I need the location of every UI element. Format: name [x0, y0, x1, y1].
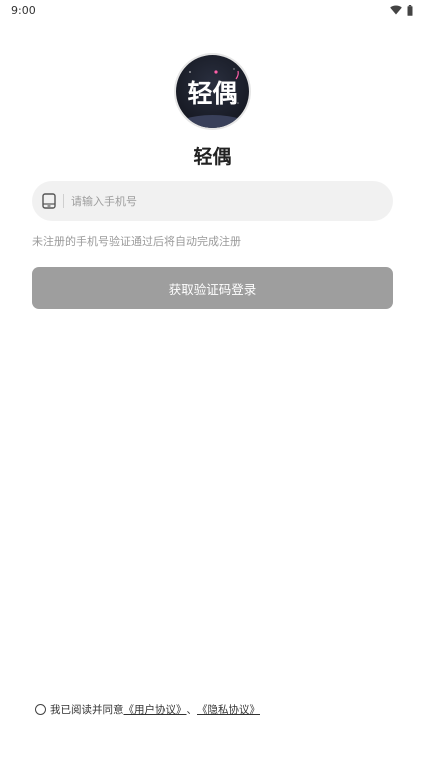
status-time: 9:00	[11, 3, 36, 17]
field-divider	[63, 194, 64, 208]
agreement-separator: 、	[186, 704, 198, 716]
phone-input[interactable]	[71, 181, 393, 221]
status-bar: 9:00	[0, 0, 425, 20]
app-logo: 轻偶	[174, 53, 251, 130]
user-agreement-link[interactable]: 《用户协议》	[124, 702, 187, 717]
phone-field[interactable]	[32, 181, 393, 221]
status-icons	[390, 4, 413, 16]
register-hint: 未注册的手机号验证通过后将自动完成注册	[32, 235, 241, 248]
login-screen: 9:00 轻偶 轻偶 请输入手机号 未注册的手机号验证通过后将自动完成注册 获取…	[0, 0, 425, 757]
battery-icon	[407, 4, 413, 16]
get-code-login-button[interactable]: 获取验证码登录	[32, 267, 393, 309]
phone-icon	[42, 193, 56, 209]
wifi-icon	[390, 5, 402, 15]
agree-checkbox[interactable]	[35, 704, 46, 715]
privacy-agreement-link[interactable]: 《隐私协议》	[197, 702, 260, 717]
app-name: 轻偶	[193, 146, 232, 168]
logo-text: 轻偶	[187, 79, 237, 108]
agreement-prefix: 我已阅读并同意	[50, 704, 124, 716]
agreement-row: 我已阅读并同意 《用户协议》 、 《隐私协议》	[35, 702, 260, 717]
